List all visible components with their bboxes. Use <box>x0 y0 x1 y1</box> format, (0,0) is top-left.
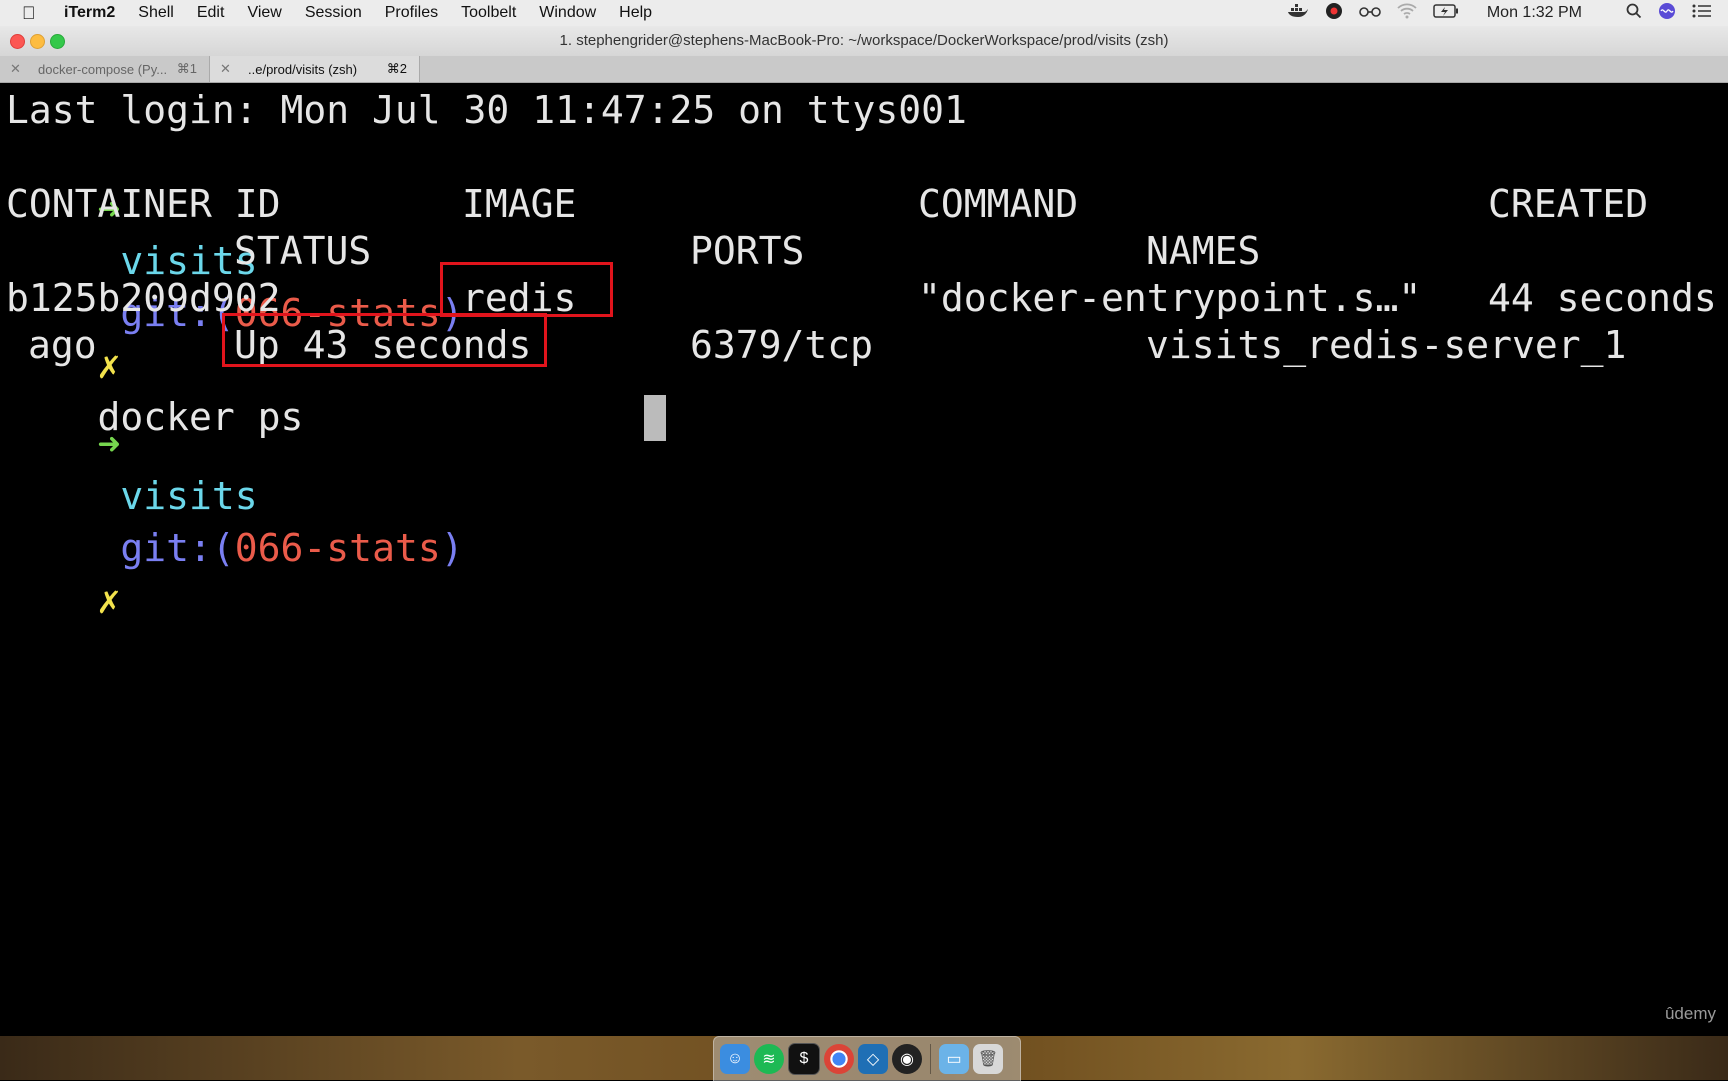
status-tray: Mon 1:32 PM <box>1271 0 1728 26</box>
apple-icon[interactable]:  <box>22 3 44 24</box>
glasses-icon[interactable] <box>1359 4 1381 23</box>
prompt-git-open: git:( <box>120 526 235 570</box>
chrome-icon[interactable] <box>824 1044 854 1074</box>
tab-docker-compose[interactable]: ✕ docker-compose (Py... ⌘1 <box>0 56 210 82</box>
row-status: Up 43 seconds <box>234 323 532 367</box>
dock-separator <box>930 1044 931 1074</box>
recording-icon[interactable] <box>1325 2 1343 25</box>
menu-app-name[interactable]: iTerm2 <box>64 4 115 22</box>
trash-icon[interactable]: 🗑 <box>973 1044 1003 1074</box>
docker-icon[interactable] <box>1287 3 1309 24</box>
udemy-watermark: ûdemy <box>1664 1004 1716 1023</box>
spotify-icon[interactable]: ≋ <box>754 1044 784 1074</box>
prompt-dirty-mark: ✗ <box>97 578 121 622</box>
tab-close-icon[interactable]: ✕ <box>220 61 234 77</box>
tab-visits-zsh[interactable]: ✕ ..e/prod/visits (zsh) ⌘2 <box>210 56 420 82</box>
header-names: NAMES <box>1146 229 1261 273</box>
row-names: visits_redis-server_1 <box>1146 323 1627 367</box>
menu-bar:  iTerm2 Shell Edit View Session Profile… <box>0 0 1728 26</box>
tab-label: docker-compose (Py... <box>38 61 168 77</box>
header-command: COMMAND <box>918 182 1079 226</box>
row-container-id: b125b209d902 <box>6 276 281 320</box>
menu-profiles[interactable]: Profiles <box>385 4 438 22</box>
menu-toolbelt[interactable]: Toolbelt <box>461 4 516 22</box>
row-created: 44 seconds <box>1488 276 1717 320</box>
terminal-app-icon[interactable]: $ <box>788 1043 820 1075</box>
header-container-id: CONTAINER ID <box>6 182 281 226</box>
row-image: redis <box>462 276 577 320</box>
spotlight-search-icon[interactable] <box>1626 3 1642 24</box>
wifi-icon[interactable] <box>1397 3 1417 24</box>
notification-center-icon[interactable] <box>1692 4 1712 23</box>
window-title-bar[interactable]: 1. stephengrider@stephens-MacBook-Pro: ~… <box>0 26 1728 57</box>
prompt-dir: visits <box>120 474 258 518</box>
terminal-pane[interactable]: Last login: Mon Jul 30 11:47:25 on ttys0… <box>0 84 1728 1036</box>
siri-icon[interactable] <box>1658 2 1676 25</box>
menu-shell[interactable]: Shell <box>138 4 174 22</box>
prompt-line: ➜ visits git:(066-stats) ✗ <box>6 366 464 622</box>
last-login-line: Last login: Mon Jul 30 11:47:25 on ttys0… <box>6 88 967 132</box>
prompt-arrow: ➜ <box>97 422 121 466</box>
row-command: "docker-entrypoint.s…" <box>918 276 1422 320</box>
battery-icon[interactable] <box>1433 3 1459 23</box>
header-status: STATUS <box>234 229 372 273</box>
tab-shortcut: ⌘2 <box>386 61 407 76</box>
prompt-git-close: ) <box>440 526 464 570</box>
folder-icon[interactable]: ▭ <box>939 1044 969 1074</box>
prompt-branch: 066-stats <box>234 526 441 570</box>
tab-bar: ✕ docker-compose (Py... ⌘1 ✕ ..e/prod/vi… <box>0 56 1728 83</box>
vscode-icon[interactable]: ◇ <box>858 1044 888 1074</box>
finder-icon[interactable]: ☺ <box>720 1044 750 1074</box>
text-cursor <box>644 395 666 441</box>
tab-label: ..e/prod/visits (zsh) <box>248 61 358 77</box>
menu-clock[interactable]: Mon 1:32 PM <box>1487 4 1582 22</box>
menu-view[interactable]: View <box>247 4 281 22</box>
dock: ☺ ≋ $ ◇ ◉ ▭ 🗑 <box>713 1036 1021 1081</box>
window-title: 1. stephengrider@stephens-MacBook-Pro: ~… <box>559 32 1169 49</box>
tab-shortcut: ⌘1 <box>176 61 197 76</box>
menu-session[interactable]: Session <box>305 4 362 22</box>
prompt-line: ➜ visits git:(066-stats) ✗ docker ps <box>6 131 464 439</box>
row-ports: 6379/tcp <box>690 323 874 367</box>
menu-edit[interactable]: Edit <box>197 4 225 22</box>
row-created-cont: ago <box>28 323 97 367</box>
header-image: IMAGE <box>462 182 577 226</box>
header-ports: PORTS <box>690 229 805 273</box>
header-created: CREATED <box>1488 182 1649 226</box>
tab-close-icon[interactable]: ✕ <box>10 61 24 77</box>
menu-help[interactable]: Help <box>619 4 652 22</box>
obs-icon[interactable]: ◉ <box>892 1044 922 1074</box>
menu-window[interactable]: Window <box>539 4 596 22</box>
